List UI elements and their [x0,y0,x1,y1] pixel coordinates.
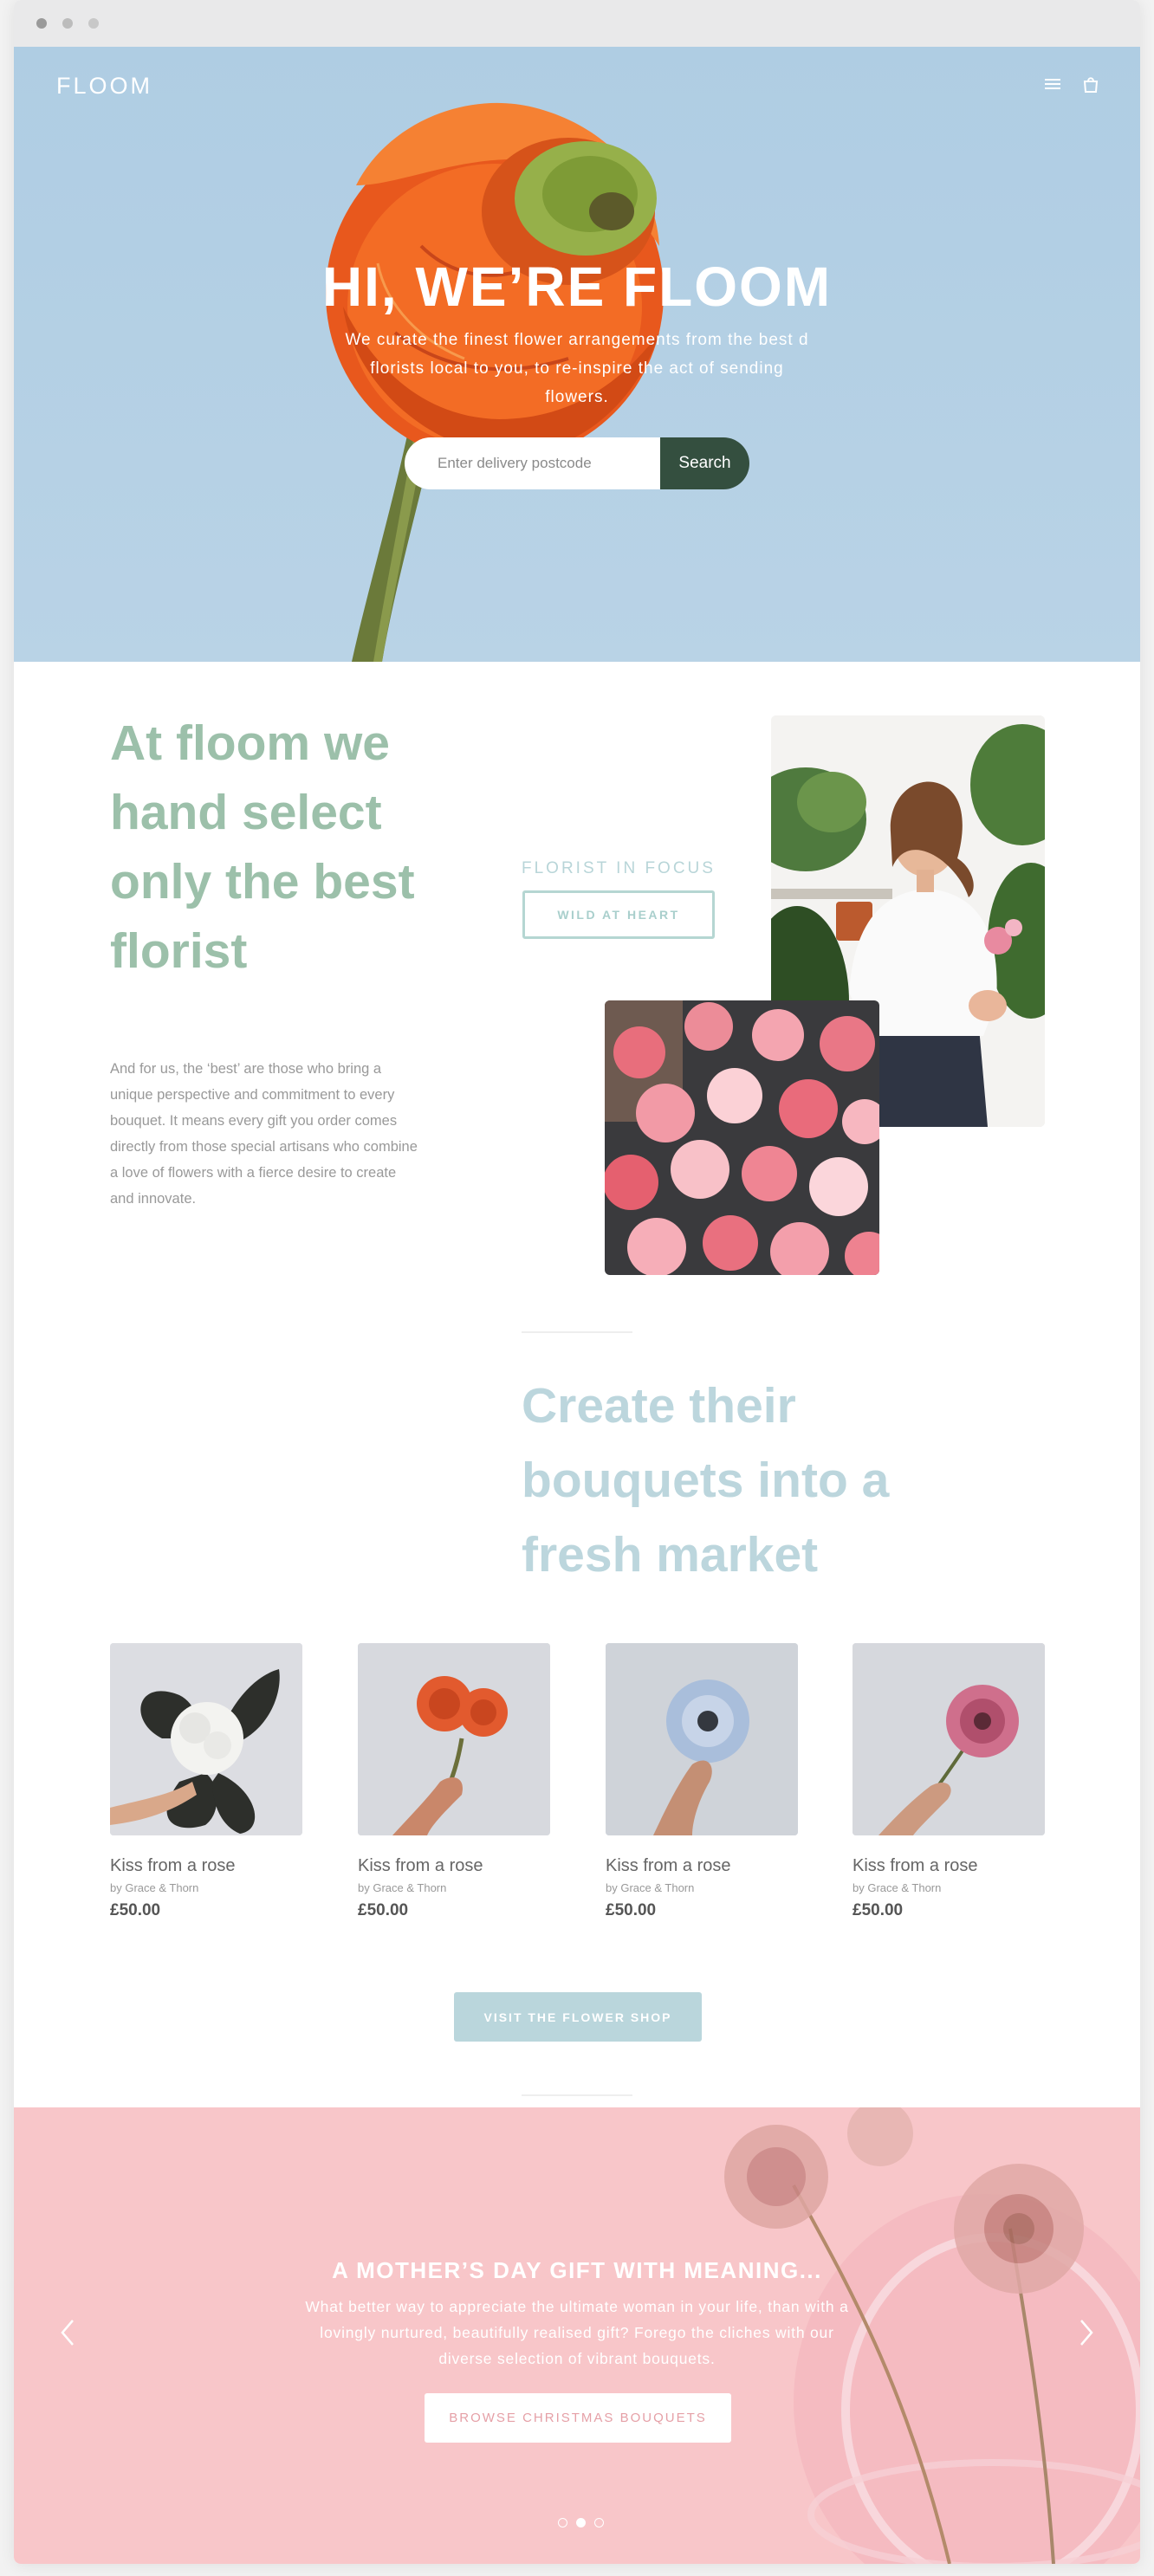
hero-title: HI, WE’RE FLOOM [321,256,833,318]
product-name[interactable]: Kiss from a rose [110,1856,302,1876]
product-name[interactable]: Kiss from a rose [606,1856,798,1876]
intro-body: And for us, the ‘best’ are those who bri… [110,1061,418,1207]
carousel-dot[interactable] [594,2518,604,2527]
chevron-right-icon[interactable] [1073,2315,1099,2350]
carnations-photo [605,1000,879,1275]
logo[interactable]: FLOOM [56,73,152,100]
carousel-dots [558,2518,604,2527]
window-maximize-dot[interactable] [88,18,99,29]
visit-flower-shop-button[interactable]: VISIT THE FLOWER SHOP [454,1992,702,2042]
product-name[interactable]: Kiss from a rose [358,1856,550,1876]
window-minimize-dot[interactable] [62,18,73,29]
postcode-search-form: Search [405,437,749,489]
promo-banner: A MOTHER’S DAY GIFT WITH MEANING... What… [14,2107,1140,2564]
intro-heading: At floom we hand select only the best fl… [110,715,415,979]
browser-window: FLOOM HI, WE’RE FLOOM We curate the fine… [14,0,1140,2564]
product-florist: by Grace & Thorn [358,1881,447,1894]
search-button[interactable]: Search [660,437,749,489]
product-card[interactable]: Kiss from a rose by Grace & Thorn £50.00 [358,1643,550,1920]
product-florist: by Grace & Thorn [606,1881,695,1894]
product-price: £50.00 [358,1901,409,1919]
market-heading: Create their bouquets into a fresh marke… [522,1378,890,1582]
product-name[interactable]: Kiss from a rose [853,1856,1045,1876]
product-image[interactable] [110,1643,302,1835]
product-card[interactable]: Kiss from a rose by Grace & Thorn £50.00 [606,1643,798,1920]
wild-at-heart-button[interactable]: WILD AT HEART [522,890,715,939]
shopping-bag-icon[interactable] [1081,74,1100,94]
carousel-dot[interactable] [558,2518,567,2527]
menu-icon[interactable] [1043,74,1062,94]
product-florist: by Grace & Thorn [853,1881,942,1894]
window-close-dot[interactable] [36,18,47,29]
product-florist: by Grace & Thorn [110,1881,199,1894]
product-image[interactable] [358,1643,550,1835]
florist-in-focus-label: FLORIST IN FOCUS [522,859,716,877]
product-image[interactable] [853,1643,1045,1835]
section-divider [522,2094,632,2096]
product-price: £50.00 [110,1901,161,1919]
banner-subtitle: What better way to appreciate the ultima… [305,2298,849,2367]
browse-bouquets-button[interactable]: BROWSE CHRISTMAS BOUQUETS [425,2393,731,2443]
banner-title: A MOTHER’S DAY GIFT WITH MEANING... [332,2257,822,2283]
browser-chrome [14,0,1140,47]
carousel-dot-active[interactable] [576,2518,586,2527]
product-image[interactable] [606,1643,798,1835]
product-price: £50.00 [606,1901,657,1919]
hero-subtitle: We curate the finest flower arrangements… [345,331,809,406]
chevron-left-icon[interactable] [55,2315,81,2350]
product-price: £50.00 [853,1901,904,1919]
hero-section: FLOOM HI, WE’RE FLOOM We curate the fine… [14,47,1140,662]
section-divider [522,1331,632,1333]
header-nav-icons [1043,74,1100,94]
product-card[interactable]: Kiss from a rose by Grace & Thorn £50.00 [110,1643,302,1920]
postcode-input[interactable] [405,437,660,489]
product-card[interactable]: Kiss from a rose by Grace & Thorn £50.00 [853,1643,1045,1920]
